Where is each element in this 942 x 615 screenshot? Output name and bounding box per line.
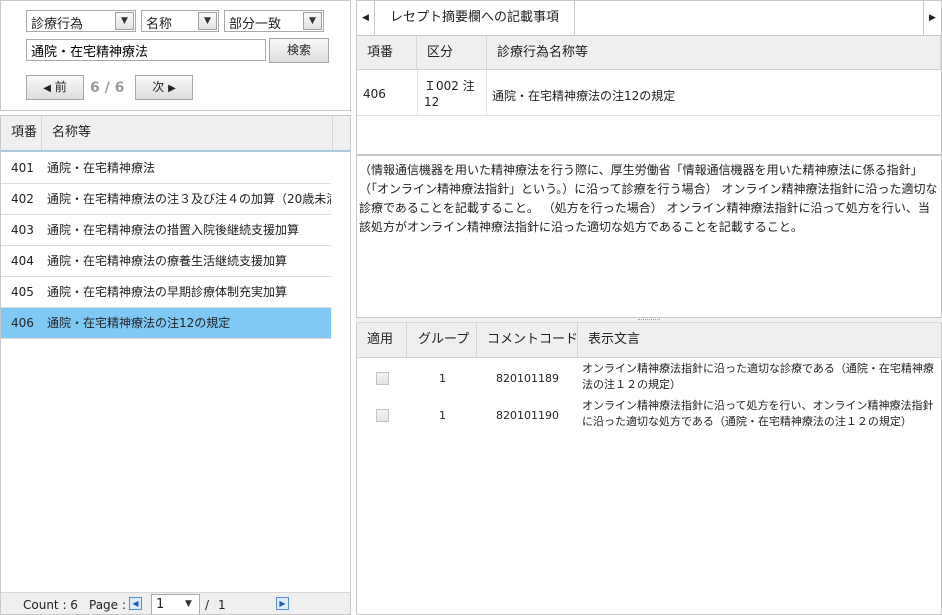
col-header-group[interactable]: グループ — [407, 323, 477, 357]
list-item-selected[interactable]: 406 通院・在宅精神療法の注12の規定 — [1, 308, 331, 339]
apply-checkbox[interactable] — [376, 409, 389, 422]
detail-no: 406 — [363, 87, 386, 101]
list-item-no: 405 — [11, 285, 34, 299]
count-label: Count : 6 — [23, 598, 78, 612]
list-item-no: 404 — [11, 254, 34, 268]
page-select-value: 1 — [156, 597, 165, 612]
comment-group: 1 — [439, 372, 446, 385]
apply-checkbox[interactable] — [376, 372, 389, 385]
col-header-apply[interactable]: 適用 — [357, 323, 407, 357]
comment-code: 820101190 — [496, 409, 559, 422]
field-select-value: 名称 — [146, 17, 173, 32]
detail-kubun-cell: Ｉ002 注 12 — [417, 70, 487, 116]
description-text: （情報通信機器を用いた精神療法を行う際に、厚生労働省「情報通信機器を用いた精神療… — [359, 163, 938, 234]
comment-code: 820101189 — [496, 372, 559, 385]
detail-kubun-1: Ｉ002 注 — [424, 79, 475, 93]
list-item[interactable]: 403 通院・在宅精神療法の措置入院後継続支援加算 — [1, 215, 331, 246]
col-header-no[interactable]: 項番 — [1, 116, 42, 150]
col-header-text[interactable]: 表示文言 — [578, 323, 941, 357]
list-item-no: 401 — [11, 161, 34, 175]
match-select-value: 部分一致 — [229, 17, 282, 32]
next-button[interactable]: 次 ▶ — [135, 75, 193, 100]
list-item-name: 通院・在宅精神療法の注３及び注４の加算（20歳未満、1 — [47, 192, 331, 206]
comment-text: オンライン精神療法指針に沿った適切な診療である（通院・在宅精神療法の注１２の規定… — [582, 362, 934, 391]
next-button-label: 次 — [152, 80, 165, 94]
detail-name: 通院・在宅精神療法の注12の規定 — [492, 89, 676, 103]
col-header-name[interactable]: 診療行為名称等 — [487, 36, 941, 69]
col-header-code[interactable]: コメントコード — [477, 323, 578, 357]
comments-panel: 適用 グループ コメントコード 表示文言 1 820101189 オンライン精神… — [356, 323, 942, 615]
list-item[interactable]: 401 通院・在宅精神療法 — [1, 153, 331, 184]
category-select[interactable]: 診療行為 ▼ — [26, 10, 136, 32]
pager: Count : 6 Page : ◀ 1 ▼ / 1 ▶ — [1, 592, 350, 614]
total-pages: 1 — [218, 598, 226, 612]
results-list: 401 通院・在宅精神療法 402 通院・在宅精神療法の注３及び注４の加算（20… — [1, 153, 350, 593]
list-item-name: 通院・在宅精神療法の措置入院後継続支援加算 — [47, 223, 300, 237]
list-item-no: 406 — [11, 316, 34, 330]
chevron-down-icon: ▼ — [198, 12, 217, 30]
chevron-down-icon: ▼ — [303, 12, 322, 30]
tab-receipt-notes-label: レセプト摘要欄への記載事項 — [389, 10, 559, 25]
page-select[interactable]: 1 ▼ — [151, 594, 200, 614]
field-select[interactable]: 名称 ▼ — [141, 10, 219, 32]
list-item[interactable]: 402 通院・在宅精神療法の注３及び注４の加算（20歳未満、1 — [1, 184, 331, 215]
search-input[interactable] — [26, 39, 266, 61]
detail-panel: 項番 区分 診療行為名称等 406 Ｉ002 注 12 通院・在宅精神療法の注1… — [356, 35, 942, 155]
chevron-down-icon: ▼ — [185, 599, 192, 609]
list-item-no: 402 — [11, 192, 34, 206]
detail-header: 項番 区分 診療行為名称等 — [357, 36, 941, 70]
table-row[interactable]: 1 820101189 オンライン精神療法指針に沿った適切な診療である（通院・在… — [357, 360, 941, 396]
results-header: 項番 名称等 — [1, 116, 350, 152]
table-row[interactable]: 1 820101190 オンライン精神療法指針に沿って処方を行い、オンライン精神… — [357, 397, 941, 433]
page-slash: / — [205, 598, 210, 612]
page-label: Page : — [89, 598, 126, 612]
search-panel: 診療行為 ▼ 名称 ▼ 部分一致 ▼ 検索 ◀ 前 6 / 6 次 ▶ — [0, 0, 351, 111]
match-select[interactable]: 部分一致 ▼ — [224, 10, 324, 32]
page-next-icon[interactable]: ▶ — [276, 597, 289, 610]
list-item[interactable]: 405 通院・在宅精神療法の早期診療体制充実加算 — [1, 277, 331, 308]
list-item-name: 通院・在宅精神療法の注12の規定 — [47, 316, 231, 330]
col-header-no[interactable]: 項番 — [357, 36, 417, 69]
page-indicator: 6 / 6 — [90, 80, 125, 96]
tab-scroll-left-icon[interactable]: ◀ — [357, 1, 375, 35]
prev-button[interactable]: ◀ 前 — [26, 75, 84, 100]
list-item-no: 403 — [11, 223, 34, 237]
list-item[interactable]: 404 通院・在宅精神療法の療養生活継続支援加算 — [1, 246, 331, 277]
search-button[interactable]: 検索 — [269, 38, 329, 63]
results-panel: 項番 名称等 401 通院・在宅精神療法 402 通院・在宅精神療法の注３及び注… — [0, 115, 351, 615]
comment-group: 1 — [439, 409, 446, 422]
description-panel: （情報通信機器を用いた精神療法を行う際に、厚生労働省「情報通信機器を用いた精神療… — [356, 155, 942, 318]
tab-receipt-notes[interactable]: レセプト摘要欄への記載事項 — [375, 1, 575, 35]
category-select-value: 診療行為 — [31, 17, 84, 32]
comments-header: 適用 グループ コメントコード 表示文言 — [357, 323, 941, 358]
splitter-grip — [638, 319, 660, 321]
comment-text: オンライン精神療法指針に沿って処方を行い、オンライン精神療法指針に沿った適切な処… — [582, 399, 934, 428]
detail-row[interactable]: 406 Ｉ002 注 12 通院・在宅精神療法の注12の規定 — [357, 70, 941, 116]
list-item-name: 通院・在宅精神療法 — [47, 161, 156, 175]
tab-bar: ◀ レセプト摘要欄への記載事項 ▶ — [356, 0, 942, 35]
arrow-left-icon: ◀ — [43, 83, 51, 94]
chevron-down-icon: ▼ — [115, 12, 134, 30]
prev-button-label: 前 — [54, 80, 67, 94]
list-item-name: 通院・在宅精神療法の療養生活継続支援加算 — [47, 254, 288, 268]
col-header-kubun[interactable]: 区分 — [417, 36, 487, 69]
list-item-name: 通院・在宅精神療法の早期診療体制充実加算 — [47, 285, 288, 299]
page-prev-icon[interactable]: ◀ — [129, 597, 142, 610]
col-header-name[interactable]: 名称等 — [42, 116, 333, 150]
detail-kubun-2: 12 — [424, 95, 440, 109]
arrow-right-icon: ▶ — [168, 83, 176, 94]
tab-scroll-right-icon[interactable]: ▶ — [923, 1, 941, 35]
